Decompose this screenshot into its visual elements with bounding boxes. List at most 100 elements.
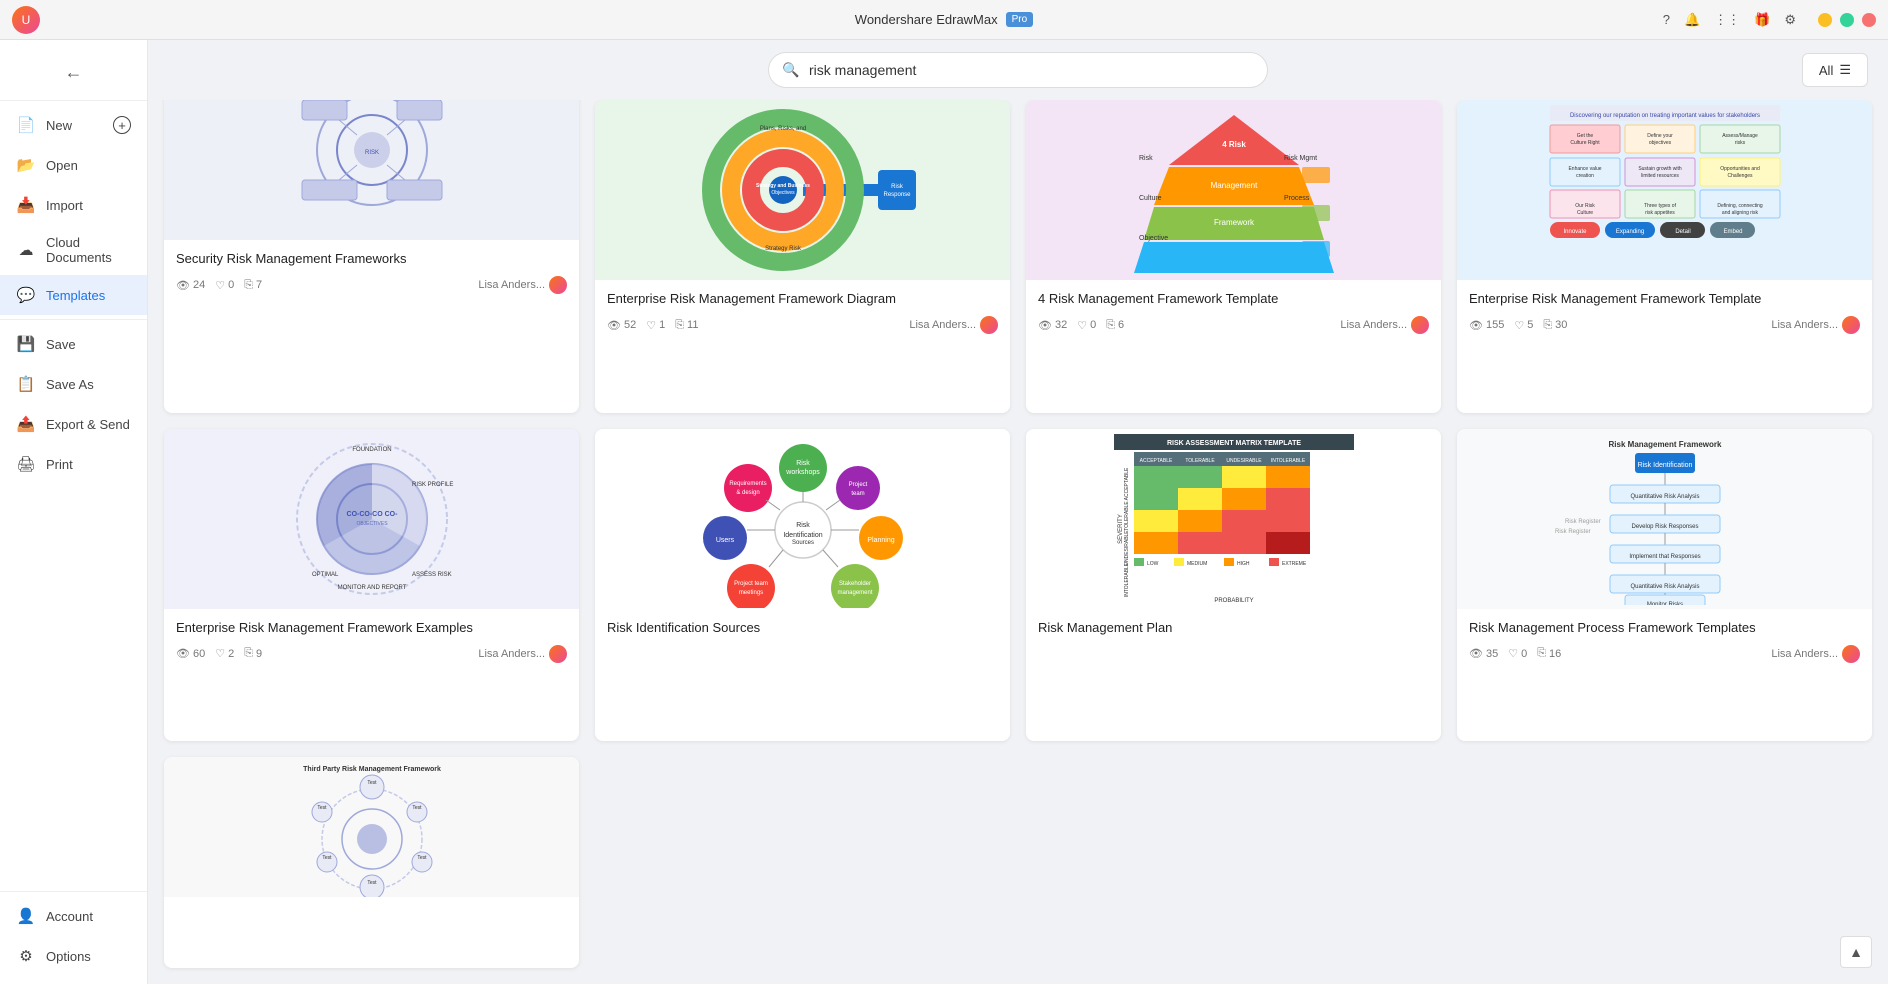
sidebar-item-import[interactable]: 📥 Import — [0, 185, 147, 225]
new-icon: 📄 — [16, 115, 36, 135]
svg-text:Defining, connecting: Defining, connecting — [1717, 203, 1763, 209]
notification-icon[interactable]: 🔔 — [1684, 12, 1700, 28]
card-8-likes: ♡ 0 — [1508, 647, 1527, 660]
svg-text:Framework: Framework — [1213, 218, 1254, 227]
maximize-button[interactable]: □ — [1840, 13, 1854, 27]
svg-text:objectives: objectives — [1648, 140, 1671, 146]
template-card-9[interactable]: Third Party Risk Management Framework — [164, 757, 579, 968]
template-card-1[interactable]: RISK Security Risk Management Frameworks… — [164, 100, 579, 413]
apps-icon[interactable]: ⋮⋮ — [1714, 12, 1740, 28]
svg-text:Test: Test — [412, 805, 422, 811]
circular-erm-diagram: Strategy and Business Objectives Plans, … — [683, 100, 923, 280]
template-card-5[interactable]: CO-CO-CO CO- OBJECTIVES RISK PROFILE OPT… — [164, 429, 579, 742]
card-4-info: Enterprise Risk Management Framework Tem… — [1457, 280, 1872, 342]
sidebar-item-print-label: Print — [46, 457, 73, 472]
svg-text:Test: Test — [322, 855, 332, 861]
scroll-top-button[interactable]: ▲ — [1840, 936, 1872, 968]
minimize-button[interactable]: − — [1818, 13, 1832, 27]
sidebar-item-new[interactable]: 📄 New + — [0, 105, 147, 145]
svg-text:& design: & design — [736, 490, 759, 496]
sidebar-item-new-label: New — [46, 118, 72, 133]
sidebar-item-print[interactable]: 🖨 Print — [0, 444, 147, 484]
card-1-info: Security Risk Management Frameworks 👁 24… — [164, 240, 579, 302]
card-8-info: Risk Management Process Framework Templa… — [1457, 609, 1872, 671]
back-button[interactable]: ← — [54, 52, 94, 92]
settings-icon[interactable]: ⚙ — [1784, 12, 1796, 28]
content-wrapper: RISK Security Risk Management Frameworks… — [148, 100, 1888, 984]
gift-icon[interactable]: 🎁 — [1754, 12, 1770, 28]
content-area: 🔍 All ☰ — [148, 40, 1888, 984]
svg-text:limited resources: limited resources — [1641, 173, 1679, 179]
card-4-title: Enterprise Risk Management Framework Tem… — [1469, 290, 1860, 308]
card-5-copies: ⎘ 9 — [244, 647, 262, 660]
svg-text:Discovering our reputation on: Discovering our reputation on treating i… — [1569, 113, 1759, 119]
svg-text:Enhance value: Enhance value — [1568, 166, 1601, 172]
svg-text:Management: Management — [1210, 181, 1257, 190]
filter-menu-icon: ☰ — [1839, 62, 1851, 78]
card-2-meta: 👁 52 ♡ 1 ⎘ 11 Lisa Anders... — [607, 316, 998, 334]
card-6-info: Risk Identification Sources — [595, 609, 1010, 671]
svg-text:Embed: Embed — [1723, 229, 1742, 235]
sidebar-item-templates[interactable]: 💬 Templates — [0, 275, 147, 315]
plus-icon: + — [113, 116, 131, 134]
card-3-meta: 👁 32 ♡ 0 ⎘ 6 Lisa Anders... — [1038, 316, 1429, 334]
svg-text:Risk: Risk — [1139, 155, 1153, 162]
titlebar-title: Wondershare EdrawMax Pro — [855, 12, 1033, 27]
card-3-views: 👁 32 — [1038, 319, 1067, 332]
template-card-8[interactable]: Risk Management Framework Risk Identific… — [1457, 429, 1872, 742]
card-5-image: CO-CO-CO CO- OBJECTIVES RISK PROFILE OPT… — [164, 429, 579, 609]
template-card-2[interactable]: Strategy and Business Objectives Plans, … — [595, 100, 1010, 413]
svg-text:CO-CO-CO CO-: CO-CO-CO CO- — [346, 511, 398, 518]
svg-text:Project: Project — [848, 482, 867, 488]
template-card-3[interactable]: 4 Risk Management Framework Risk Culture… — [1026, 100, 1441, 413]
sidebar-item-options[interactable]: ⚙ Options — [0, 936, 147, 976]
search-input[interactable] — [768, 52, 1268, 88]
card-8-meta: 👁 35 ♡ 0 ⎘ 16 Lisa Anders... — [1469, 645, 1860, 663]
card-7-image: RISK ASSESSMENT MATRIX TEMPLATE SEVERITY… — [1026, 429, 1441, 609]
template-card-7[interactable]: RISK ASSESSMENT MATRIX TEMPLATE SEVERITY… — [1026, 429, 1441, 742]
sidebar-item-account[interactable]: 👤 Account — [0, 896, 147, 936]
svg-text:ASSESS RISK: ASSESS RISK — [412, 572, 452, 578]
sidebar-item-saveas-label: Save As — [46, 377, 94, 392]
svg-text:Detail: Detail — [1675, 229, 1690, 235]
card-1-meta: 👁 24 ♡ 0 ⎘ 7 Lisa Anders... — [176, 276, 567, 294]
svg-text:OPTIMAL: OPTIMAL — [312, 572, 339, 578]
card-1-likes: ♡ 0 — [215, 279, 234, 292]
svg-text:TOLERABLE: TOLERABLE — [1124, 500, 1130, 530]
template-card-4[interactable]: Discovering our reputation on treating i… — [1457, 100, 1872, 413]
filter-button[interactable]: All ☰ — [1802, 53, 1868, 87]
card-5-meta: 👁 60 ♡ 2 ⎘ 9 Lisa Anders... — [176, 645, 567, 663]
svg-text:Stakeholder: Stakeholder — [838, 581, 870, 587]
svg-text:Monitor Risks: Monitor Risks — [1646, 602, 1682, 605]
sidebar-item-account-label: Account — [46, 909, 93, 924]
sidebar: ← 📄 New + 📂 Open 📥 Import ☁ Cloud Docume… — [0, 40, 148, 984]
svg-text:Identification: Identification — [783, 532, 822, 539]
user-avatar[interactable]: U — [12, 6, 40, 34]
svg-text:Risk Register: Risk Register — [1555, 529, 1591, 535]
svg-text:Users: Users — [715, 537, 734, 544]
svg-text:PROBABILITY: PROBABILITY — [1214, 598, 1253, 604]
sidebar-item-cloud[interactable]: ☁ Cloud Documents — [0, 225, 147, 275]
svg-text:INTOLERABLE: INTOLERABLE — [1124, 562, 1130, 597]
sidebar-bottom: 👤 Account ⚙ Options — [0, 887, 147, 976]
close-button[interactable]: × — [1862, 13, 1876, 27]
svg-text:Project team: Project team — [734, 581, 768, 587]
card-4-author-avatar — [1842, 316, 1860, 334]
sidebar-item-export[interactable]: 📤 Export & Send — [0, 404, 147, 444]
card-2-views: 👁 52 — [607, 319, 636, 332]
svg-text:Requirements: Requirements — [729, 481, 766, 487]
svg-text:Risk: Risk — [796, 522, 810, 529]
svg-text:Response: Response — [883, 192, 911, 198]
svg-text:Define your: Define your — [1647, 133, 1673, 139]
template-card-6[interactable]: Risk Identification Sources Risk worksho… — [595, 429, 1010, 742]
sidebar-item-saveas[interactable]: 📋 Save As — [0, 364, 147, 404]
help-icon[interactable]: ? — [1663, 12, 1670, 27]
card-1-copies: ⎘ 7 — [244, 279, 262, 292]
sidebar-item-save-label: Save — [46, 337, 76, 352]
svg-text:Risk Identification: Risk Identification — [1637, 462, 1692, 469]
circular-blue-diagram: CO-CO-CO CO- OBJECTIVES RISK PROFILE OPT… — [262, 431, 482, 606]
sidebar-item-open[interactable]: 📂 Open — [0, 145, 147, 185]
card-8-author-avatar — [1842, 645, 1860, 663]
sidebar-item-save[interactable]: 💾 Save — [0, 324, 147, 364]
card-8-title: Risk Management Process Framework Templa… — [1469, 619, 1860, 637]
